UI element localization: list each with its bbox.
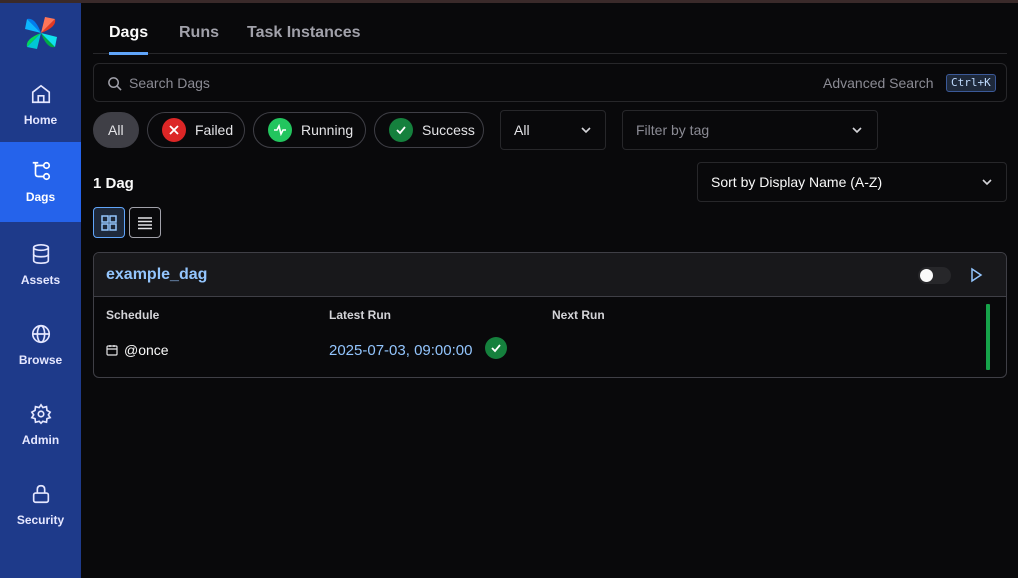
sort-select[interactable]: Sort by Display Name (A-Z) xyxy=(697,162,1007,202)
sidebar-item-label: Browse xyxy=(18,353,63,367)
chevron-down-icon xyxy=(581,127,591,134)
schedule-value: @once xyxy=(106,342,169,358)
recent-run-bar[interactable] xyxy=(986,304,990,370)
grid-view-button[interactable] xyxy=(93,207,125,238)
pulse-icon xyxy=(268,118,292,142)
sidebar: Home Dags Assets Browse Admin Security xyxy=(0,3,81,578)
check-icon xyxy=(389,118,413,142)
sidebar-item-assets[interactable]: Assets xyxy=(0,225,81,305)
toggle-knob xyxy=(920,269,933,282)
sidebar-item-dags[interactable]: Dags xyxy=(0,142,81,222)
filter-label: All xyxy=(108,122,124,138)
paused-filter-select[interactable]: All xyxy=(500,110,606,150)
sidebar-item-label: Home xyxy=(23,113,58,127)
sidebar-item-label: Dags xyxy=(25,190,56,204)
latest-run-link[interactable]: 2025-07-03, 09:00:00 xyxy=(329,342,472,359)
search-icon xyxy=(108,77,122,91)
dag-count: 1 Dag xyxy=(93,175,134,192)
column-header-next-run: Next Run xyxy=(552,308,605,322)
sidebar-item-browse[interactable]: Browse xyxy=(0,305,81,385)
sidebar-item-label: Admin xyxy=(21,433,60,447)
main-content: Dags Runs Task Instances Search Dags Adv… xyxy=(81,3,1018,578)
calendar-icon xyxy=(106,345,118,356)
schedule-text: @once xyxy=(124,342,169,358)
select-value: All xyxy=(514,122,530,138)
filter-failed-button[interactable]: Failed xyxy=(147,112,245,148)
grid-icon xyxy=(101,214,117,231)
database-icon xyxy=(32,244,49,264)
sidebar-item-label: Assets xyxy=(20,273,61,287)
chevron-down-icon xyxy=(852,127,862,134)
column-header-latest-run: Latest Run xyxy=(329,308,392,322)
x-icon xyxy=(162,118,186,142)
sidebar-item-label: Security xyxy=(16,513,65,527)
list-view-button[interactable] xyxy=(129,207,161,238)
filter-label: Running xyxy=(301,122,354,138)
success-state-icon xyxy=(485,337,507,359)
tab-task-instances[interactable]: Task Instances xyxy=(247,21,361,54)
filter-label: Failed xyxy=(195,122,234,138)
sidebar-item-admin[interactable]: Admin xyxy=(0,385,81,465)
dags-icon xyxy=(32,161,50,181)
search-bar[interactable]: Search Dags Advanced Search Ctrl+K xyxy=(93,63,1007,102)
filter-all-button[interactable]: All xyxy=(93,112,139,148)
filter-running-button[interactable]: Running xyxy=(253,112,366,148)
dag-name-link[interactable]: example_dag xyxy=(106,266,207,284)
dag-card: example_dag Schedule Latest Run Next Run… xyxy=(93,252,1007,378)
tag-filter-select[interactable]: Filter by tag xyxy=(622,110,878,150)
sidebar-item-home[interactable]: Home xyxy=(0,65,81,145)
tab-bar: Dags Runs Task Instances xyxy=(93,21,1007,55)
pause-toggle[interactable] xyxy=(918,267,951,284)
advanced-search-link[interactable]: Advanced Search xyxy=(823,75,934,91)
tag-filter-placeholder: Filter by tag xyxy=(636,122,710,138)
column-header-schedule: Schedule xyxy=(106,308,160,322)
tab-dags[interactable]: Dags xyxy=(109,21,149,55)
list-icon xyxy=(138,216,152,229)
globe-icon xyxy=(31,324,50,344)
trigger-play-icon[interactable] xyxy=(968,267,984,283)
search-input[interactable]: Search Dags xyxy=(129,75,210,91)
filter-label: Success xyxy=(422,122,475,138)
home-icon xyxy=(31,84,50,104)
gear-icon xyxy=(30,403,51,425)
sidebar-item-security[interactable]: Security xyxy=(0,465,81,545)
shortcut-hint: Ctrl+K xyxy=(946,74,996,92)
airflow-logo[interactable] xyxy=(23,15,59,51)
chevron-down-icon xyxy=(982,179,992,186)
lock-icon xyxy=(32,484,49,504)
sort-label: Sort by Display Name (A-Z) xyxy=(711,174,883,190)
filter-success-button[interactable]: Success xyxy=(374,112,484,148)
dag-card-header: example_dag xyxy=(94,253,1006,297)
tab-runs[interactable]: Runs xyxy=(179,21,219,54)
